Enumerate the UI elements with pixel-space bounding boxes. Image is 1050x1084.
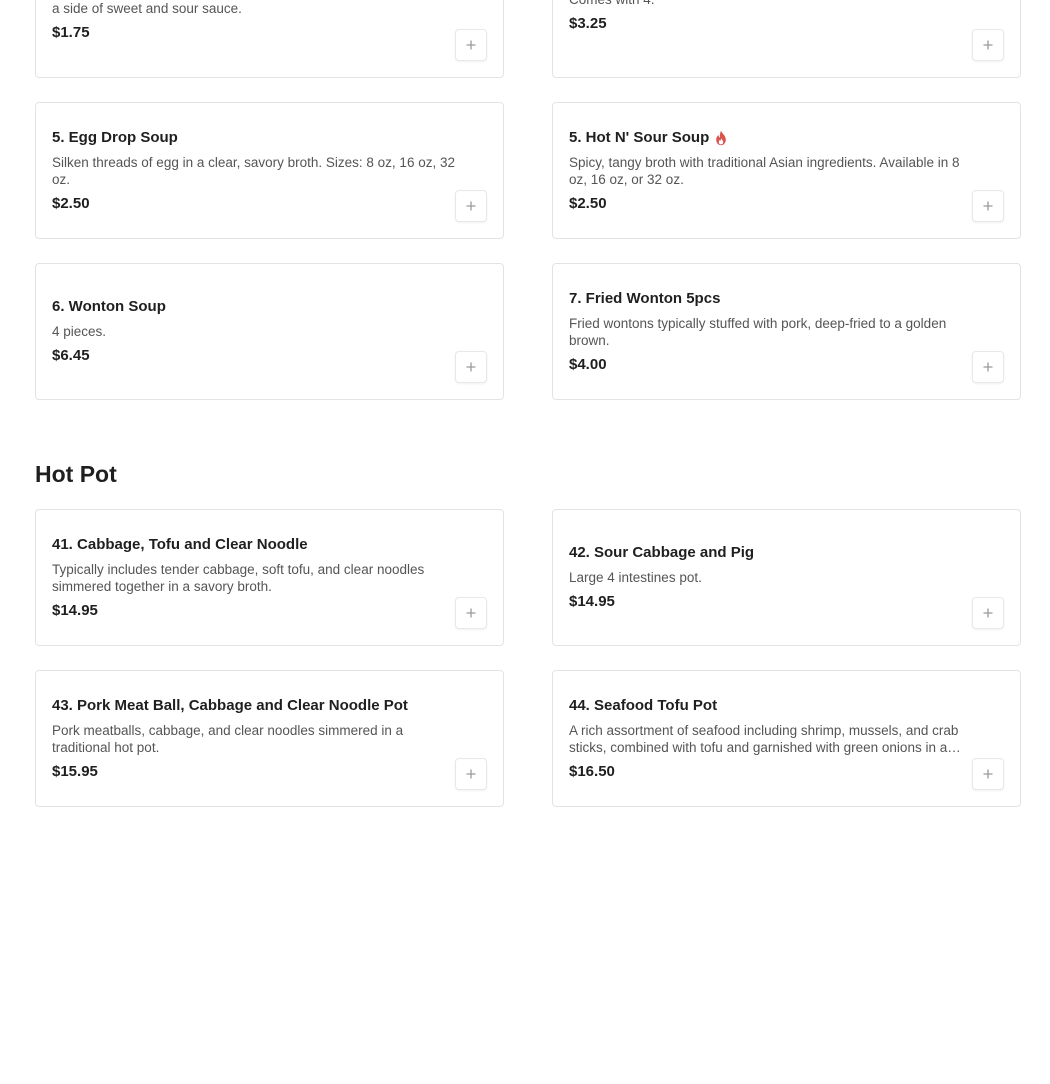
item-price: $15.95 xyxy=(52,762,98,780)
item-description: Typically includes tender cabbage, soft … xyxy=(52,561,425,594)
menu-page: Golden, crispy egg roll filled with savo… xyxy=(0,0,1050,1084)
add-to-cart-button[interactable] xyxy=(455,758,487,790)
item-price: $14.95 xyxy=(569,593,615,610)
item-title: 5. Egg Drop Soup xyxy=(52,128,178,146)
add-to-cart-button[interactable] xyxy=(972,758,1004,790)
plus-icon xyxy=(983,362,993,372)
item-description: Pork meatballs, cabbage, and clear noodl… xyxy=(52,722,404,755)
plus-icon xyxy=(983,40,993,50)
item-title: 44. Seafood Tofu Pot xyxy=(569,696,718,714)
item-description: Golden, crispy egg roll filled with savo… xyxy=(52,0,242,16)
item-price: $2.50 xyxy=(52,194,90,212)
menu-item-card[interactable]: 5. Hot N' Sour Soup Spicy, tangy broth w… xyxy=(552,102,1021,239)
menu-item-card[interactable]: Golden, crispy egg roll filled with savo… xyxy=(35,0,504,78)
item-title-row: 5. Hot N' Sour Soup xyxy=(569,128,976,148)
hot-pot-items-grid: 41. Cabbage, Tofu and Clear Noodle Typic… xyxy=(35,509,1021,807)
plus-icon xyxy=(466,769,476,779)
add-to-cart-button[interactable] xyxy=(972,29,1004,61)
item-description: Large 4 intestines pot. xyxy=(569,570,702,585)
add-to-cart-button[interactable] xyxy=(455,597,487,629)
item-price: $1.75 xyxy=(52,23,90,41)
item-title: 42. Sour Cabbage and Pig xyxy=(569,544,755,561)
add-to-cart-button[interactable] xyxy=(972,190,1004,222)
item-description: Comes with 4. xyxy=(569,0,976,8)
plus-icon xyxy=(466,40,476,50)
item-price: $6.45 xyxy=(52,347,90,364)
menu-item-card[interactable]: 7. Fried Wonton 5pcs Fried wontons typic… xyxy=(552,263,1021,400)
item-title: 41. Cabbage, Tofu and Clear Noodle xyxy=(52,535,308,553)
item-description: Spicy, tangy broth with traditional Asia… xyxy=(569,154,960,187)
add-to-cart-button[interactable] xyxy=(455,351,487,383)
item-title: 6. Wonton Soup xyxy=(52,298,166,315)
item-description: A rich assortment of seafood including s… xyxy=(569,722,959,755)
menu-item-card[interactable]: 42. Sour Cabbage and Pig Large 4 intesti… xyxy=(552,509,1021,646)
item-price: $16.50 xyxy=(569,762,615,780)
plus-icon xyxy=(466,362,476,372)
item-description: Silken threads of egg in a clear, savory… xyxy=(52,154,455,187)
plus-icon xyxy=(983,201,993,211)
item-price: $4.00 xyxy=(569,355,607,373)
chili-flame-icon xyxy=(714,130,728,146)
menu-item-card[interactable]: 44. Seafood Tofu Pot A rich assortment o… xyxy=(552,670,1021,807)
plus-icon xyxy=(466,608,476,618)
add-to-cart-button[interactable] xyxy=(972,597,1004,629)
item-title: 5. Hot N' Sour Soup xyxy=(569,128,710,146)
add-to-cart-button[interactable] xyxy=(455,29,487,61)
item-title: 7. Fried Wonton 5pcs xyxy=(569,289,721,307)
menu-item-card[interactable]: 41. Cabbage, Tofu and Clear Noodle Typic… xyxy=(35,509,504,646)
plus-icon xyxy=(466,201,476,211)
add-to-cart-button[interactable] xyxy=(455,190,487,222)
item-price: $2.50 xyxy=(569,194,607,212)
item-description: Fried wontons typically stuffed with por… xyxy=(569,315,947,348)
item-title: 43. Pork Meat Ball, Cabbage and Clear No… xyxy=(52,696,408,714)
menu-item-card[interactable]: Comes with 4. $3.25 xyxy=(552,0,1021,78)
section-heading-hot-pot: Hot Pot xyxy=(35,461,117,487)
item-price: $3.25 xyxy=(569,15,607,32)
item-description: 4 pieces. xyxy=(52,324,107,339)
menu-item-card[interactable]: 6. Wonton Soup 4 pieces. $6.45 xyxy=(35,263,504,400)
plus-icon xyxy=(983,769,993,779)
item-price: $14.95 xyxy=(52,601,98,619)
menu-item-card[interactable]: 5. Egg Drop Soup Silken threads of egg i… xyxy=(35,102,504,239)
soup-items-grid: Golden, crispy egg roll filled with savo… xyxy=(35,0,1021,400)
menu-item-card[interactable]: 43. Pork Meat Ball, Cabbage and Clear No… xyxy=(35,670,504,807)
add-to-cart-button[interactable] xyxy=(972,351,1004,383)
plus-icon xyxy=(983,608,993,618)
